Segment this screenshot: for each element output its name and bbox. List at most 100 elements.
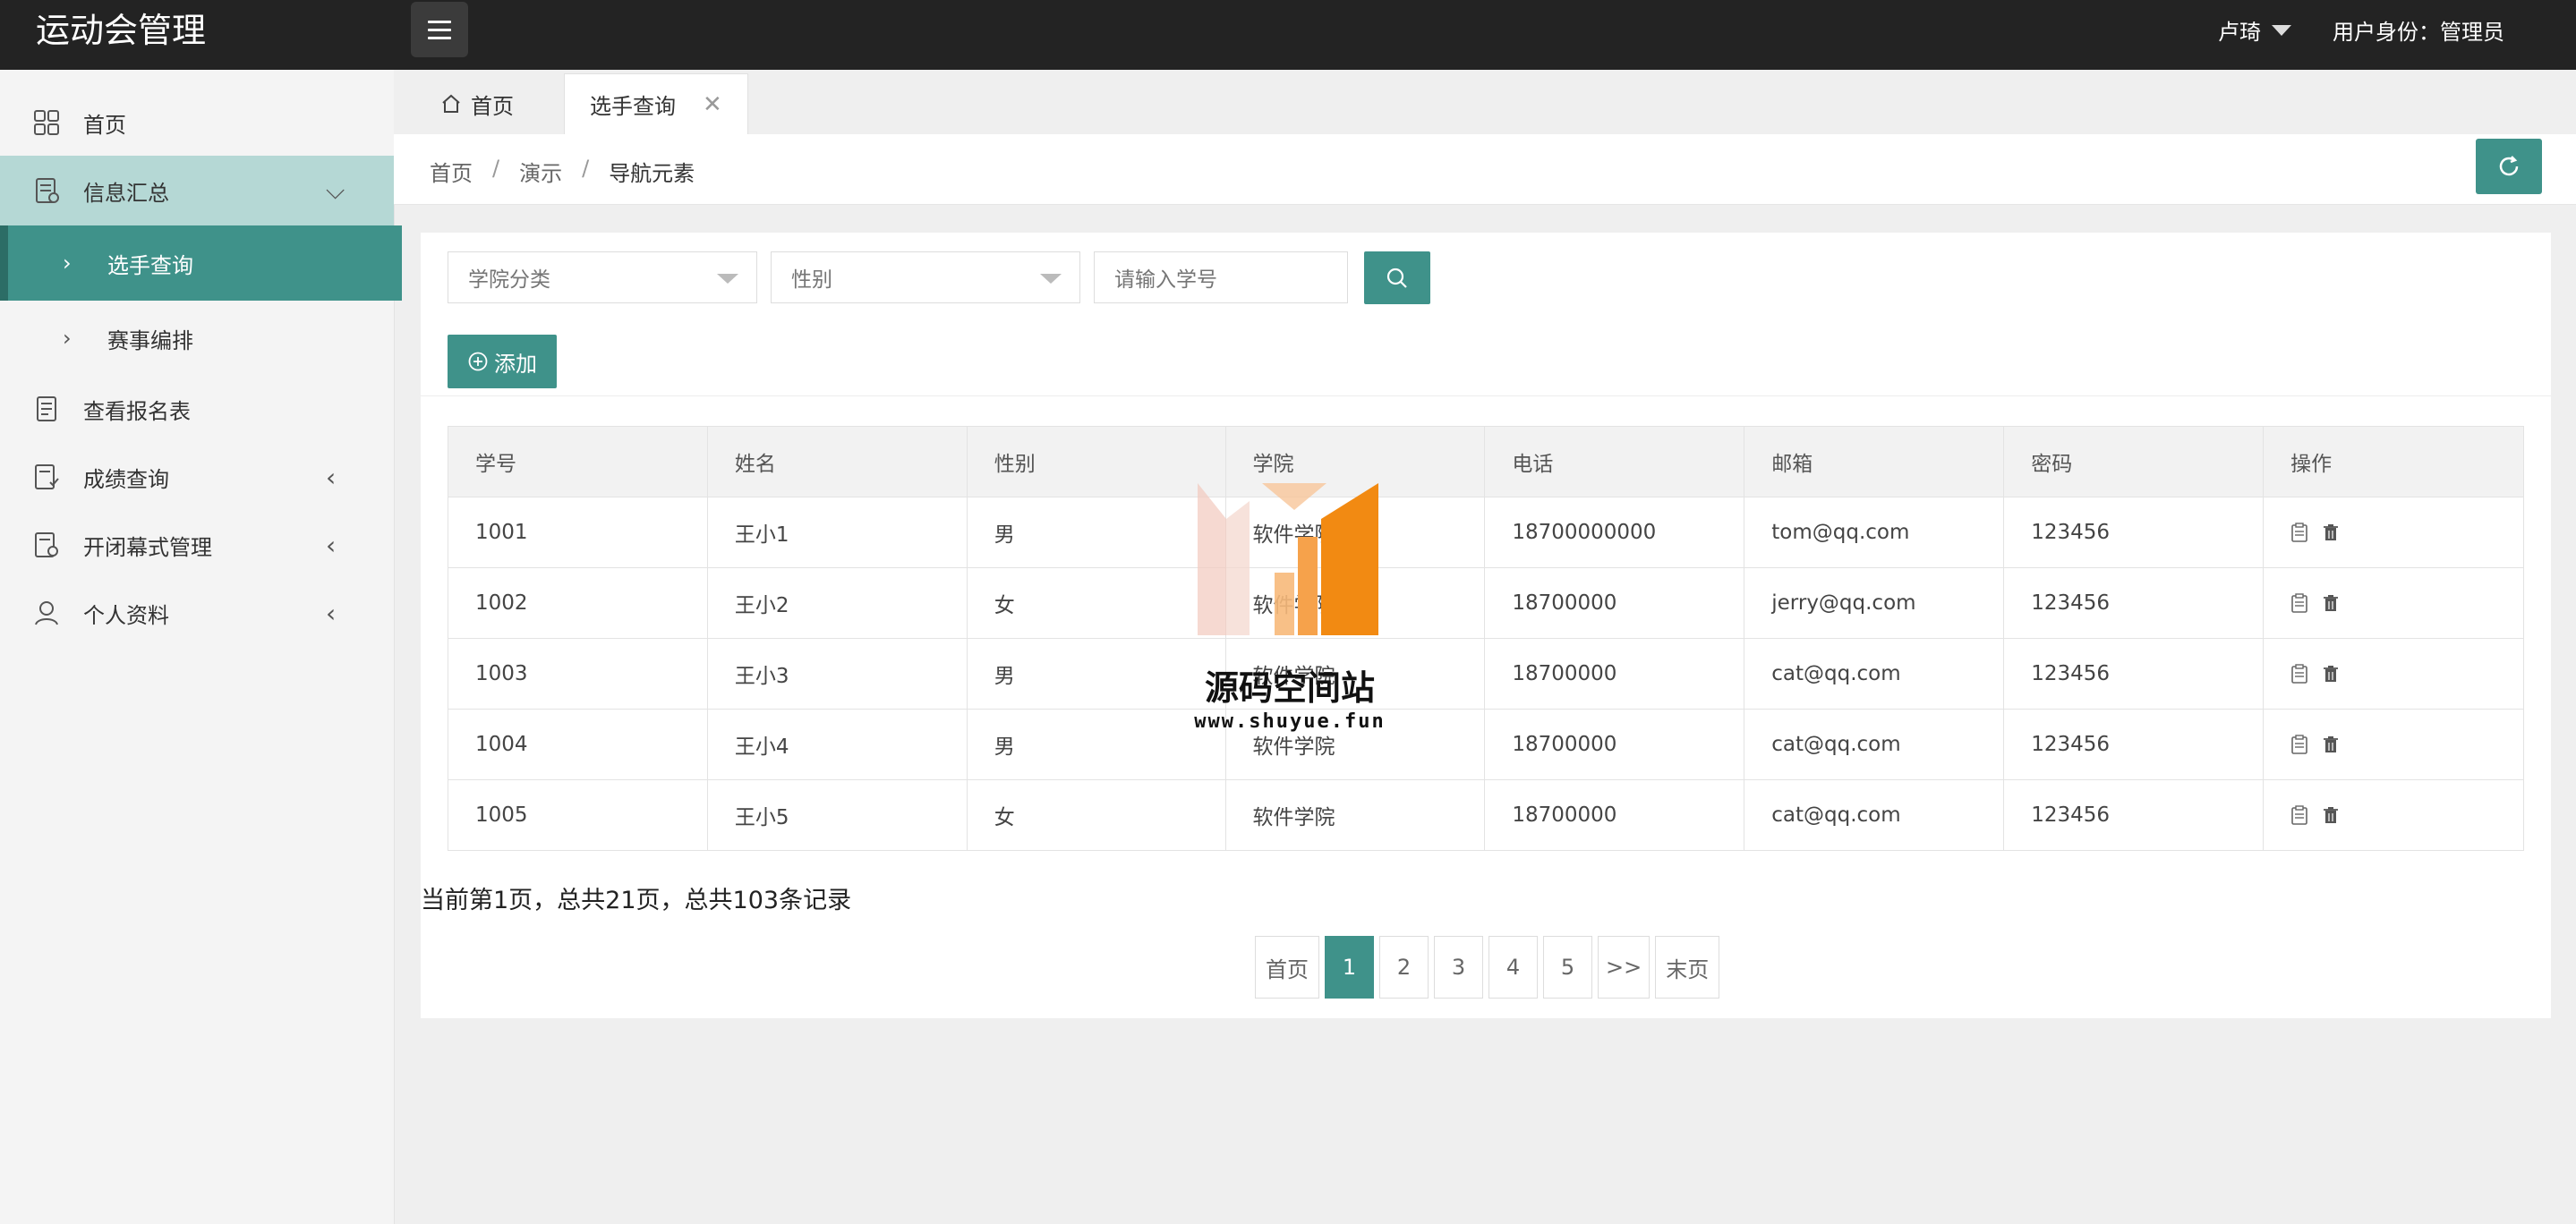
sidebar-item-ceremony[interactable]: 开闭幕式管理 ‹ [0,510,394,580]
chevron-left-icon: ‹ [326,598,337,628]
table-cell: 123456 [2003,567,2265,639]
table-cell-actions [2263,779,2524,851]
document-icon [37,396,56,421]
table-cell: 1001 [448,497,708,568]
table-cell: 123456 [2003,709,2265,780]
page-button-1[interactable]: 1 [1325,936,1374,999]
divider [421,395,2551,396]
table-cell: 男 [966,638,1226,710]
breadcrumb: 首页 / 演示 / 导航元素 [430,156,695,187]
pagination: 首页 1 2 3 4 5 >> 末页 [1255,936,1720,999]
table-cell: 男 [966,497,1226,568]
refresh-icon [2499,156,2519,176]
table-row: 1001 王小1 男软件学院 18700000000 tom@qq.com 123456 [448,497,2524,568]
table-cell: 123456 [2003,497,2265,568]
gender-select-value: 性别 [791,268,832,292]
sidebar-item-label: 个人资料 [83,602,169,628]
student-id-placeholder: 请输入学号 [1114,268,1217,292]
top-bar: 运动会管理 卢琦 用户身份：管理员 [0,0,2576,70]
table-cell-actions [2263,567,2524,639]
tab-home[interactable]: 首页 [440,73,514,134]
table-cell-actions [2263,709,2524,780]
breadcrumb-item[interactable]: 首页 [430,156,473,187]
table-cell: 王小4 [706,709,968,780]
sidebar-item-registration[interactable]: 查看报名表 [0,374,394,444]
ceremony-icon [35,532,58,557]
user-menu[interactable]: 卢琦 [2218,14,2291,46]
last-page-button[interactable]: 末页 [1655,936,1720,999]
close-icon[interactable]: ✕ [703,91,722,118]
column-header: 学号 [448,426,708,497]
edit-icon[interactable] [2290,664,2308,684]
sidebar-item-home[interactable]: 首页 [0,88,394,157]
table-cell: 123456 [2003,638,2265,710]
column-header: 操作 [2263,426,2524,497]
column-header: 性别 [966,426,1226,497]
user-name: 卢琦 [2218,20,2261,45]
menu-toggle-button[interactable] [411,2,468,57]
chevron-right-icon: › [63,251,72,276]
tab-player-query[interactable]: 选手查询 ✕ [564,73,748,134]
trash-icon[interactable] [2321,664,2341,684]
sidebar-item-info-summary[interactable]: 信息汇总 ⌵ [0,156,394,225]
table-cell: 18700000 [1484,779,1745,851]
breadcrumb-separator: / [492,156,500,181]
sidebar-item-profile[interactable]: 个人资料 ‹ [0,578,394,648]
page-button-2[interactable]: 2 [1379,936,1429,999]
sidebar-item-label: 赛事编排 [107,327,193,353]
college-select-value: 学院分类 [468,268,550,292]
refresh-button[interactable] [2476,139,2542,194]
trash-icon[interactable] [2321,805,2341,825]
edit-icon[interactable] [2290,735,2308,754]
page-button-3[interactable]: 3 [1434,936,1483,999]
trash-icon[interactable] [2321,735,2341,754]
table-cell: 王小1 [706,497,968,568]
user-icon [35,601,58,625]
tab-label: 首页 [471,93,514,119]
gender-select[interactable]: 性别 [771,251,1080,303]
edit-icon[interactable] [2290,805,2308,825]
page-button-4[interactable]: 4 [1488,936,1538,999]
sidebar-item-event-schedule[interactable]: › 赛事编排 [0,301,394,376]
column-header: 邮箱 [1744,426,2005,497]
chevron-left-icon: ‹ [326,530,337,560]
table-row: 1005 王小5 女软件学院 18700000 cat@qq.com 123456 [448,779,2524,851]
student-id-input[interactable]: 请输入学号 [1094,251,1348,303]
chevron-left-icon: ‹ [326,462,337,492]
sidebar-item-player-query[interactable]: › 选手查询 [0,225,402,301]
hamburger-icon [428,20,451,23]
breadcrumb-item[interactable]: 演示 [519,156,562,187]
college-select[interactable]: 学院分类 [448,251,757,303]
table-cell: 18700000 [1484,709,1745,780]
plus-circle-icon [468,352,488,371]
sidebar-item-label: 成绩查询 [83,466,169,492]
report-icon [36,178,59,203]
edit-icon[interactable] [2290,593,2308,613]
table-cell: 女 [966,779,1226,851]
edit-icon[interactable] [2290,523,2308,542]
table-cell: 1004 [448,709,708,780]
table-cell: 1002 [448,567,708,639]
table-cell: 1003 [448,638,708,710]
grid-icon [34,110,59,135]
table-cell: 18700000 [1484,638,1745,710]
table-cell-actions [2263,638,2524,710]
breadcrumb-current: 导航元素 [609,161,695,186]
search-button[interactable] [1364,251,1430,304]
table-cell: 1005 [448,779,708,851]
sidebar-item-label: 信息汇总 [83,180,169,206]
sidebar-item-score-query[interactable]: 成绩查询 ‹ [0,442,394,512]
table-cell: 软件学院 [1224,779,1486,851]
trash-icon[interactable] [2321,593,2341,613]
sidebar: 首页 信息汇总 ⌵ › 选手查询 › 赛事编排 查看报名表 成绩查询 ‹ 开闭幕… [0,70,402,1224]
page-button-5[interactable]: 5 [1543,936,1592,999]
table-cell: 18700000 [1484,567,1745,639]
trash-icon[interactable] [2321,523,2341,542]
table-cell: 王小2 [706,567,968,639]
add-button[interactable]: 添加 [448,335,557,388]
table-row: 1004 王小4 男软件学院 18700000 cat@qq.com 123456 [448,709,2524,780]
column-header: 电话 [1484,426,1745,497]
column-header: 姓名 [706,426,968,497]
next-page-button[interactable]: >> [1598,936,1651,999]
first-page-button[interactable]: 首页 [1255,936,1319,999]
